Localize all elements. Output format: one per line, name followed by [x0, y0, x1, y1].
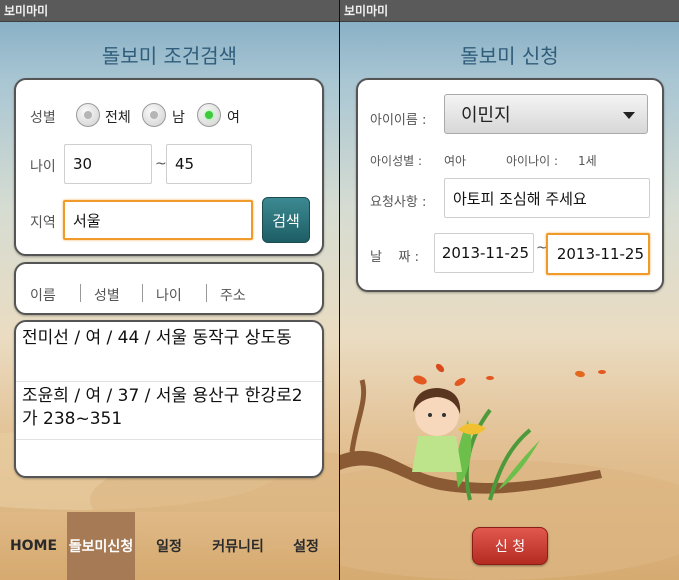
status-bar-title: 보미마미 — [0, 0, 339, 22]
dropdown-arrow-icon — [623, 112, 635, 119]
request-screen: 보미마미 돌보미 신청 아이이름 : 이민지 아이성별 : 여아 아이나이 : … — [340, 0, 679, 580]
header-separator — [206, 284, 207, 302]
request-input[interactable]: 아토피 조심해 주세요 — [444, 178, 650, 218]
date-start-value: 2013-11-25 — [441, 244, 529, 262]
search-button[interactable]: 검색 — [262, 197, 310, 243]
tab-settings[interactable]: 설정 — [273, 512, 339, 580]
gender-label: 성별 — [30, 110, 56, 126]
request-form-card: 아이이름 : 이민지 아이성별 : 여아 아이나이 : 1세 요청사항 : 아토… — [356, 78, 664, 292]
tab-care-request[interactable]: 돌보미신청 — [67, 512, 135, 580]
radio-gender-male[interactable] — [142, 103, 166, 127]
age-label: 나이 — [30, 159, 56, 175]
date-end-value: 2013-11-25 — [556, 245, 644, 263]
region-input[interactable]: 서울 — [63, 200, 253, 240]
apply-button[interactable]: 신 청 — [472, 527, 548, 565]
results-header-card: 이름 성별 나이 주소 — [14, 262, 324, 315]
child-name-label: 아이이름 : — [370, 113, 427, 128]
child-age-value: 1세 — [578, 154, 597, 168]
region-label: 지역 — [30, 215, 56, 231]
status-bar-title: 보미마미 — [340, 0, 679, 22]
tab-schedule[interactable]: 일정 — [135, 512, 203, 580]
list-item[interactable]: 조윤희 / 여 / 37 / 서울 용산구 한강로2가 238~351 — [16, 382, 322, 440]
radio-gender-female[interactable] — [197, 103, 221, 127]
radio-gender-female-label[interactable]: 여 — [227, 107, 240, 127]
child-gender-value: 여아 — [444, 154, 467, 168]
child-name-dropdown[interactable]: 이민지 — [444, 94, 648, 134]
date-end-input[interactable]: 2013-11-25 — [546, 233, 650, 275]
date-label: 날 짜 : — [370, 250, 419, 265]
header-age: 나이 — [156, 288, 182, 304]
page-title: 돌보미 조건검색 — [101, 44, 238, 68]
radio-gender-male-label[interactable]: 남 — [172, 107, 185, 127]
header-separator — [80, 284, 81, 302]
age-min-input[interactable]: 30 — [64, 144, 152, 184]
header-separator — [142, 284, 143, 302]
header-name: 이름 — [30, 288, 56, 304]
date-start-input[interactable]: 2013-11-25 — [434, 233, 534, 273]
results-list-card: 전미선 / 여 / 44 / 서울 동작구 상도동 조윤희 / 여 / 37 /… — [14, 320, 324, 478]
age-range-separator: ~ — [155, 156, 167, 172]
header-gender: 성별 — [94, 288, 120, 304]
radio-gender-all-label[interactable]: 전체 — [105, 107, 131, 127]
search-form-card: 성별 전체 남 여 나이 30 ~ 45 지역 서울 검색 — [14, 78, 324, 256]
age-max-input[interactable]: 45 — [166, 144, 252, 184]
list-item[interactable]: 전미선 / 여 / 44 / 서울 동작구 상도동 — [16, 324, 322, 382]
tab-community[interactable]: 커뮤니티 — [203, 512, 273, 580]
tab-home[interactable]: HOME — [0, 512, 67, 580]
header-address: 주소 — [220, 288, 246, 304]
search-screen: 보미마미 돌보미 조건검색 성별 전체 남 여 나이 30 ~ 45 지역 서울… — [0, 0, 339, 580]
radio-gender-all[interactable] — [76, 103, 100, 127]
child-age-label: 아이나이 : — [506, 154, 559, 168]
child-name-selected: 이민지 — [461, 105, 511, 126]
child-gender-label: 아이성별 : — [370, 154, 423, 168]
page-title: 돌보미 신청 — [460, 44, 559, 68]
bottom-tab-bar: HOME 돌보미신청 일정 커뮤니티 설정 — [0, 512, 339, 580]
request-label: 요청사항 : — [370, 195, 427, 210]
